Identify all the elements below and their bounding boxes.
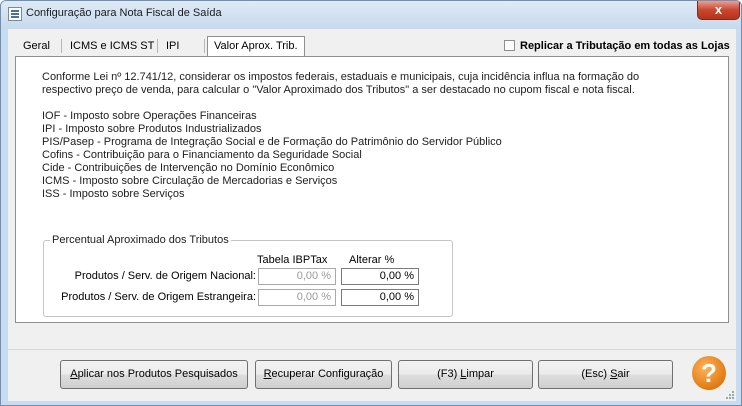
mnemonic: R — [263, 368, 272, 380]
button-label: impar — [466, 368, 494, 380]
tab-separator — [204, 39, 205, 53]
title-bar: Configuração para Nota Fiscal de Saída x — [1, 1, 741, 29]
button-label: air — [617, 368, 630, 380]
list-item: PIS/Pasep - Programa de Integração Socia… — [42, 136, 502, 148]
tab-panel: Conforme Lei nº 12.741/12, considerar os… — [15, 56, 729, 323]
button-label: plicar nos Produtos Pesquisados — [77, 368, 238, 380]
list-item: Cofins - Contribuição para o Financiamen… — [42, 149, 362, 161]
row-label-nacional: Produtos / Serv. de Origem Nacional: — [74, 270, 256, 282]
groupbox-title: Percentual Aproximado dos Tributos — [50, 234, 231, 246]
alterar-estrangeira-field[interactable]: 0,00 % — [341, 289, 419, 306]
column-header-alterar: Alterar % — [349, 254, 395, 266]
replicar-checkbox[interactable]: Replicar a Tributação em todas as Lojas — [504, 40, 730, 52]
close-button[interactable]: x — [697, 1, 740, 20]
resize-grip[interactable] — [724, 389, 734, 399]
mnemonic: A — [70, 368, 78, 380]
list-item: ICMS - Imposto sobre Circulação de Merca… — [42, 175, 338, 187]
app-icon — [8, 7, 22, 21]
tabela-estrangeira-field: 0,00 % — [258, 289, 336, 306]
limpar-button[interactable]: (F3) Limpar — [398, 360, 533, 389]
window-title: Configuração para Nota Fiscal de Saída — [26, 7, 222, 19]
replicar-label: Replicar a Tributação em todas as Lojas — [520, 40, 730, 52]
aplicar-produtos-button[interactable]: Aplicar nos Produtos Pesquisados — [60, 360, 248, 389]
percentual-groupbox: Percentual Aproximado dos Tributos Tabel… — [43, 234, 453, 317]
divider — [8, 349, 736, 350]
tab-separator — [157, 39, 158, 53]
shortcut-label: (Esc) — [581, 368, 611, 380]
row-label-estrangeira: Produtos / Serv. de Origem Estrangeira: — [61, 291, 256, 303]
tab-ipi[interactable]: IPI — [160, 37, 185, 56]
window: Configuração para Nota Fiscal de Saída x… — [0, 0, 742, 406]
tabela-nacional-field: 0,00 % — [258, 268, 336, 285]
list-item: ISS - Imposto sobre Serviços — [42, 188, 185, 200]
tab-geral[interactable]: Geral — [17, 37, 56, 56]
sair-button[interactable]: (Esc) Sair — [538, 360, 673, 389]
checkbox-box[interactable] — [504, 40, 515, 51]
intro-text: Conforme Lei nº 12.741/12, considerar os… — [42, 71, 642, 97]
column-header-tabela-ibptax: Tabela IBPTax — [257, 254, 328, 266]
tab-valor-aprox-trib[interactable]: Valor Aprox. Trib. — [207, 36, 305, 57]
recuperar-configuracao-button[interactable]: Recuperar Configuração — [255, 360, 392, 389]
alterar-nacional-field[interactable]: 0,00 % — [341, 268, 419, 285]
list-item: Cide - Contribuições de Intervenção no D… — [42, 162, 335, 174]
button-label: ecuperar Configuração — [271, 368, 384, 380]
tab-icms-st[interactable]: ICMS e ICMS ST — [64, 37, 160, 56]
intro-line-2: respectivo preço de venda, para calcular… — [42, 84, 635, 96]
intro-line-1: Conforme Lei nº 12.741/12, considerar os… — [42, 71, 640, 83]
tab-separator — [61, 39, 62, 53]
shortcut-label: (F3) — [437, 368, 461, 380]
client-area: Geral ICMS e ICMS ST IPI Valor Aprox. Tr… — [8, 29, 736, 401]
list-item: IOF - Imposto sobre Operações Financeira… — [42, 110, 257, 122]
help-icon[interactable]: ? — [692, 356, 726, 390]
list-item: IPI - Imposto sobre Produtos Industriali… — [42, 123, 262, 135]
tax-list: IOF - Imposto sobre Operações Financeira… — [42, 110, 642, 201]
